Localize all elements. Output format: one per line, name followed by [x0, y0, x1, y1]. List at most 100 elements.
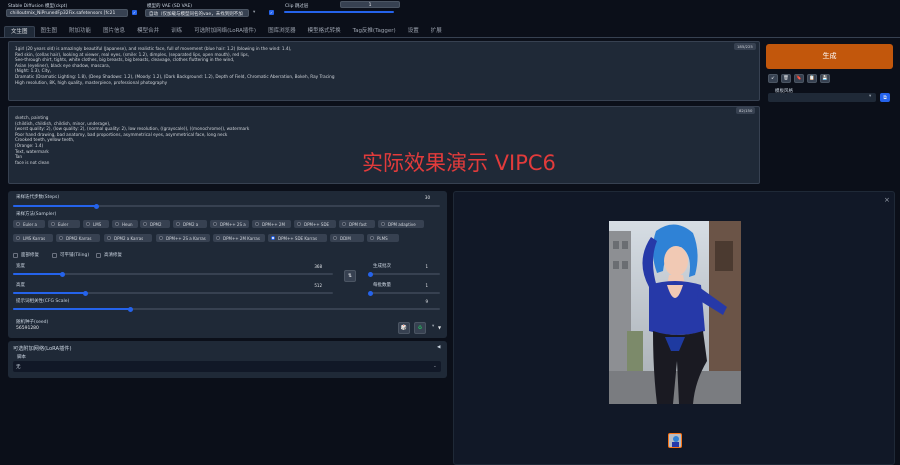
batch-size-slider[interactable] — [367, 290, 440, 296]
cfg-value[interactable]: 9 — [408, 299, 428, 304]
clip-skip-slider[interactable] — [284, 11, 394, 13]
seed-input[interactable]: 56591280 — [16, 326, 39, 331]
hires-checkbox[interactable]: 高清修复 — [96, 252, 122, 258]
sampler-option[interactable]: DDIM — [330, 234, 364, 242]
tab-3[interactable]: 图片信息 — [97, 26, 131, 37]
extra-networks-icon[interactable]: 🔖 — [794, 74, 804, 83]
batch-size-value[interactable]: 1 — [408, 283, 428, 288]
radio-dot[interactable] — [59, 236, 63, 240]
radio-dot[interactable] — [271, 236, 275, 240]
styles-dropdown-icon[interactable]: ▾ — [869, 94, 871, 99]
refresh-vae-icon[interactable]: ✓ — [269, 10, 274, 15]
save-style-icon[interactable]: 💾 — [820, 74, 830, 83]
tab-2[interactable]: 附加功能 — [63, 26, 97, 37]
styles-select[interactable] — [768, 93, 876, 102]
steps-slider[interactable] — [13, 203, 440, 209]
radio-dot[interactable] — [176, 222, 180, 226]
width-slider[interactable] — [13, 271, 333, 277]
width-value[interactable]: 368 — [302, 264, 322, 269]
width-slider-knob[interactable] — [59, 271, 65, 277]
radio-dot[interactable] — [16, 236, 20, 240]
extra-seed-toggle-icon[interactable]: ▼ — [438, 325, 441, 330]
radio-dot[interactable] — [16, 222, 20, 226]
tab-0[interactable]: 文生图 — [4, 26, 35, 37]
sampler-option[interactable]: DPM fast — [339, 220, 375, 228]
radio-dot[interactable] — [216, 236, 220, 240]
face-fix-checkbox[interactable]: 面部修复 — [13, 252, 39, 258]
radio-dot[interactable] — [370, 236, 374, 240]
extra-seed-checkbox[interactable]: ▾ — [432, 324, 434, 329]
radio-dot[interactable] — [342, 222, 346, 226]
batch-count-value[interactable]: 1 — [408, 264, 428, 269]
radio-dot[interactable] — [115, 222, 119, 226]
radio-dot[interactable] — [297, 222, 301, 226]
radio-dot[interactable] — [213, 222, 217, 226]
paste-params-icon[interactable]: ↙ — [768, 74, 778, 83]
tab-11[interactable]: 扩展 — [425, 26, 448, 37]
clip-skip-value[interactable]: 1 — [340, 1, 400, 8]
sampler-option[interactable]: LMS — [83, 220, 109, 228]
radio-dot[interactable] — [381, 222, 385, 226]
sampler-option[interactable]: Heun — [112, 220, 138, 228]
checkpoint-select[interactable]: chilloutmix_NiPrunedFp32Fix.safetensors … — [6, 9, 128, 17]
sampler-option[interactable]: DPM++ 2S a Karras — [156, 234, 210, 242]
tab-4[interactable]: 模型合并 — [131, 26, 165, 37]
random-seed-button[interactable]: 🎲 — [398, 322, 410, 334]
sampler-option[interactable]: PLMS — [367, 234, 399, 242]
radio-dot[interactable] — [255, 222, 259, 226]
tiling-box[interactable] — [52, 252, 57, 258]
tab-8[interactable]: 模型格式转换 — [302, 26, 347, 37]
tab-1[interactable]: 图生图 — [35, 26, 64, 37]
tab-5[interactable]: 训练 — [165, 26, 188, 37]
steps-value[interactable]: 30 — [410, 195, 430, 200]
sampler-option[interactable]: DPM adaptive — [378, 220, 424, 228]
sampler-option[interactable]: DPM2 a — [173, 220, 207, 228]
sampler-option[interactable]: DPM++ SDE — [294, 220, 336, 228]
height-value[interactable]: 512 — [302, 283, 322, 288]
cfg-slider[interactable] — [13, 306, 440, 312]
reuse-seed-button[interactable]: ♻ — [414, 322, 426, 334]
tab-9[interactable]: Tag反推(Tagger) — [347, 26, 402, 37]
sampler-option[interactable]: DPM++ 2M — [252, 220, 291, 228]
sampler-option[interactable]: DPM2 — [140, 220, 170, 228]
vae-select[interactable]: 自动（仅加载与模型同名的vae，未找到则不加 — [145, 9, 249, 17]
sampler-option[interactable]: DPM++ 2S a — [210, 220, 249, 228]
face-fix-box[interactable] — [13, 252, 18, 258]
swap-dimensions-button[interactable]: ⇅ — [344, 270, 356, 282]
sampler-option[interactable]: Euler — [48, 220, 80, 228]
radio-dot[interactable] — [143, 222, 147, 226]
prompt-textarea[interactable]: 1girl (20 years old) is amazingly beauti… — [8, 41, 760, 101]
batch-count-slider[interactable] — [367, 271, 440, 277]
sampler-option[interactable]: DPM2 Karras — [56, 234, 100, 242]
lora-title[interactable]: 可选附加网络(LoRA插件) — [13, 345, 71, 352]
sampler-option[interactable]: DPM2 a Karras — [104, 234, 152, 242]
sampler-option[interactable]: LMS Karras — [13, 234, 53, 242]
close-icon[interactable]: × — [884, 196, 890, 204]
height-slider[interactable] — [13, 290, 333, 296]
lora-collapse-icon[interactable]: ◀ — [437, 345, 440, 350]
sampler-option[interactable]: DPM++ SDE Karras — [268, 234, 327, 242]
steps-slider-knob[interactable] — [93, 203, 99, 209]
sampler-option[interactable]: DPM++ 2M Karras — [213, 234, 265, 242]
tiling-checkbox[interactable]: 可平铺(Tiling) — [52, 252, 89, 258]
hires-box[interactable] — [96, 252, 101, 258]
clear-prompt-icon[interactable]: 🗑 — [781, 74, 791, 83]
radio-dot[interactable] — [333, 236, 337, 240]
output-thumbnail[interactable] — [668, 433, 682, 448]
script-select[interactable] — [13, 361, 441, 372]
radio-dot[interactable] — [86, 222, 90, 226]
batch-count-slider-knob[interactable] — [367, 271, 373, 277]
batch-size-slider-knob[interactable] — [367, 290, 373, 296]
generate-button[interactable]: 生成 — [766, 44, 893, 69]
generated-image[interactable] — [609, 221, 741, 404]
sampler-option[interactable]: Euler a — [13, 220, 45, 228]
vae-dropdown-icon[interactable]: ▾ — [253, 10, 255, 15]
cfg-slider-knob[interactable] — [128, 306, 134, 312]
tab-7[interactable]: 图库浏览器 — [262, 26, 302, 37]
refresh-checkpoint-icon[interactable]: ✓ — [132, 10, 137, 15]
tab-10[interactable]: 设置 — [402, 26, 425, 37]
radio-dot[interactable] — [159, 236, 163, 240]
apply-style-icon[interactable]: 📋 — [807, 74, 817, 83]
radio-dot[interactable] — [107, 236, 111, 240]
script-dropdown-icon[interactable]: ⌄ — [433, 364, 437, 369]
